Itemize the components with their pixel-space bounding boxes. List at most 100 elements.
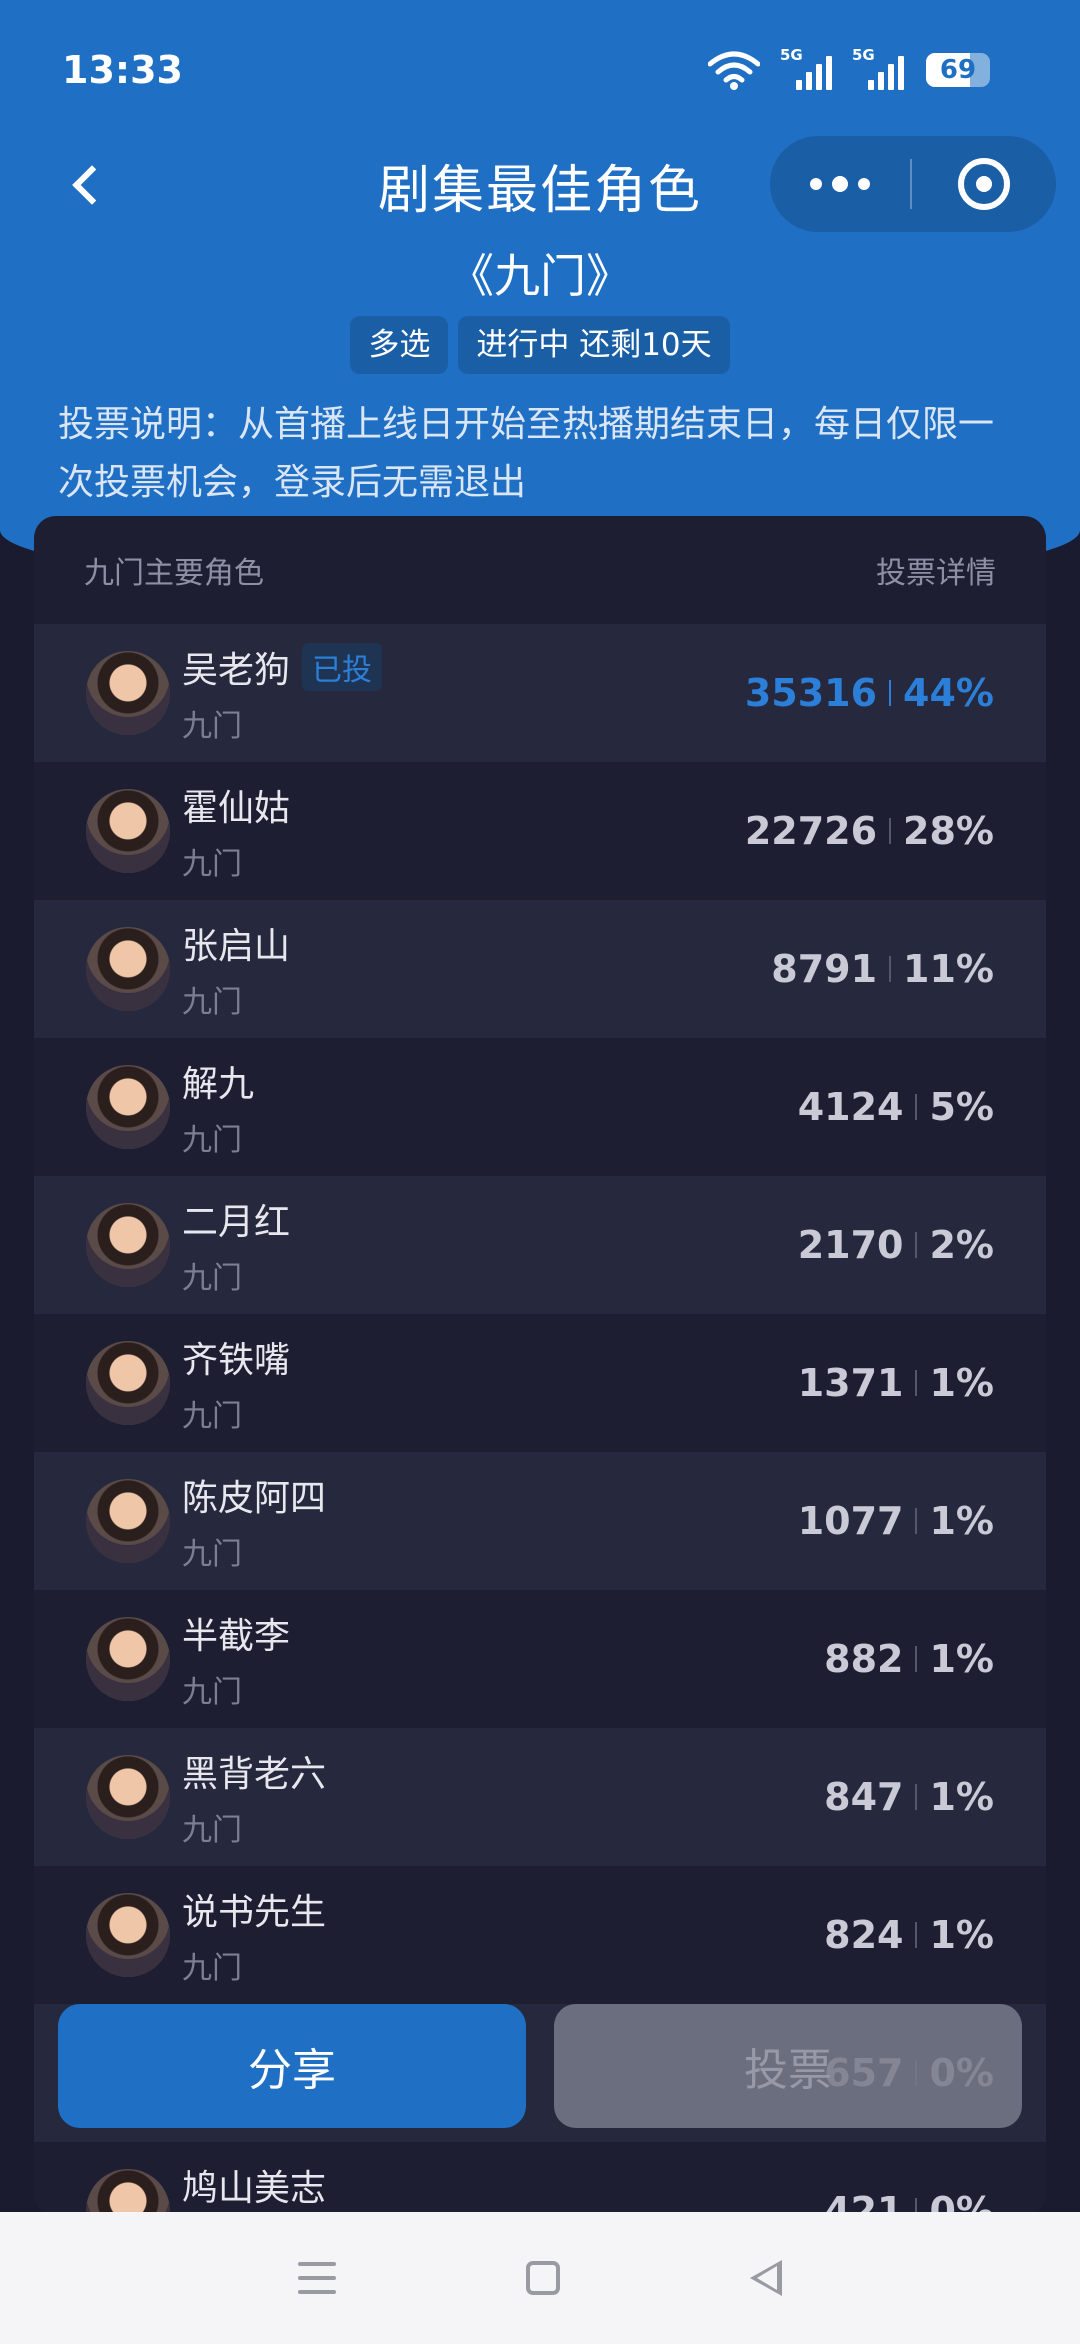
candidate-name: 陈皮阿四	[182, 1478, 327, 1519]
stat-divider	[889, 680, 892, 706]
vote-count: 1371	[797, 1361, 904, 1405]
candidate-show: 九门	[182, 1813, 242, 1848]
avatar	[86, 789, 170, 873]
vote-stat: 4124 5%	[798, 1085, 994, 1129]
stat-divider	[915, 1370, 918, 1396]
candidate-name: 半截李	[182, 1616, 291, 1657]
wifi-icon	[708, 51, 760, 90]
vote-count: 2170	[797, 1223, 904, 1267]
vote-count: 847	[824, 1775, 904, 1819]
tag-row: 多选 进行中 还剩10天	[0, 316, 1080, 374]
tag-status: 进行中 还剩10天	[458, 316, 730, 374]
battery-level: 69	[939, 55, 977, 85]
candidate-info: 解九 九门	[182, 1055, 798, 1159]
candidate-row[interactable]: 鸠山美志九门4210%	[34, 2142, 1046, 2216]
vote-stat: 8791 11%	[771, 947, 994, 991]
menu-icon[interactable]	[298, 2262, 336, 2294]
list-header-right[interactable]: 投票详情	[876, 548, 996, 592]
candidate-show: 九门	[182, 847, 242, 882]
candidate-name: 二月红	[182, 1202, 291, 1243]
candidate-info: 二月红 九门	[182, 1193, 798, 1297]
candidate-show: 九门	[182, 985, 242, 1020]
candidate-name: 解九	[182, 1064, 255, 1105]
vote-stat: 1371 1%	[798, 1361, 994, 1405]
vote-button[interactable]: 投票	[554, 2004, 1022, 2128]
avatar	[86, 2169, 170, 2216]
tag-mode: 多选	[350, 316, 449, 374]
candidate-row[interactable]: 霍仙姑 九门 22726 28%	[34, 762, 1046, 900]
home-icon[interactable]	[526, 2261, 560, 2295]
candidate-row[interactable]: 半截李 九门 882 1%	[34, 1590, 1046, 1728]
vote-count: 882	[824, 1637, 904, 1681]
battery-icon: 69	[926, 53, 990, 87]
candidate-show: 九门	[182, 1123, 242, 1158]
vote-stat: 22726 28%	[745, 809, 994, 853]
avatar	[86, 1479, 170, 1563]
share-button[interactable]: 分享	[58, 2004, 526, 2128]
candidate-row[interactable]: 二月红 九门 2170 2%	[34, 1176, 1046, 1314]
candidate-info: 霍仙姑 九门	[182, 779, 745, 883]
vote-percent: 2%	[929, 1223, 994, 1267]
candidate-info: 说书先生 九门	[182, 1883, 824, 1987]
candidate-info: 鸠山美志九门	[182, 2159, 824, 2216]
show-title: 《九门》	[448, 249, 632, 303]
candidate-info: 吴老狗 已投九门	[182, 641, 745, 745]
candidate-list: 吴老狗 已投 九门 35316 44% 霍仙姑 九门 22726 28% 张启山 九门 8791 11%…	[34, 624, 1046, 2216]
status-time: 13:33	[62, 48, 183, 92]
candidate-name: 鸠山美志	[182, 2168, 327, 2209]
stat-divider	[915, 1784, 918, 1810]
candidate-row[interactable]: 陈皮阿四 九门 1077 1%	[34, 1452, 1046, 1590]
candidate-row[interactable]: 解九 九门 4124 5%	[34, 1038, 1046, 1176]
avatar	[86, 1893, 170, 1977]
list-header-left: 九门主要角色	[84, 556, 264, 591]
vote-count: 22726	[744, 809, 878, 853]
vote-percent: 1%	[929, 1637, 994, 1681]
vote-percent: 11%	[903, 947, 994, 991]
candidate-info: 陈皮阿四 九门	[182, 1469, 798, 1573]
vote-percent: 5%	[929, 1085, 994, 1129]
back-triangle-icon[interactable]	[750, 2260, 782, 2296]
status-bar: 13:33 5G 5G 69	[0, 0, 1080, 140]
voted-badge: 已投	[302, 643, 383, 691]
avatar	[86, 1203, 170, 1287]
vote-stat: 35316 44%	[745, 671, 994, 715]
vote-stat: 1077 1%	[798, 1499, 994, 1543]
vote-stat: 824 1%	[824, 1913, 994, 1957]
stat-divider	[889, 818, 892, 844]
avatar	[86, 1065, 170, 1149]
stat-divider	[915, 1232, 918, 1258]
candidate-name: 吴老狗	[182, 650, 291, 691]
candidate-name: 齐铁嘴	[182, 1340, 291, 1381]
vote-percent: 44%	[903, 671, 994, 715]
candidate-name: 霍仙姑	[182, 788, 291, 829]
avatar	[86, 1617, 170, 1701]
candidate-show: 九门	[182, 1537, 242, 1572]
stat-divider	[915, 1508, 918, 1534]
stat-divider	[915, 1922, 918, 1948]
mini-program-capsule	[770, 136, 1056, 232]
target-close-icon[interactable]	[912, 158, 1056, 210]
vote-description: 投票说明：从首播上线日开始至热播期结束日，每日仅限一次投票机会，登录后无需退出	[58, 404, 995, 503]
candidate-show: 九门	[182, 1399, 242, 1434]
candidate-show: 九门	[182, 709, 242, 744]
candidate-row[interactable]: 张启山 九门 8791 11%	[34, 900, 1046, 1038]
candidate-name: 说书先生	[182, 1892, 327, 1933]
vote-percent: 1%	[929, 1499, 994, 1543]
vote-count: 35316	[744, 671, 878, 715]
candidate-name: 黑背老六	[182, 1754, 327, 1795]
vote-percent: 1%	[929, 1913, 994, 1957]
vote-percent: 1%	[929, 1775, 994, 1819]
candidate-row[interactable]: 吴老狗 已投 九门 35316 44%	[34, 624, 1046, 762]
system-nav-bar	[0, 2212, 1080, 2344]
avatar	[86, 1341, 170, 1425]
candidate-info: 半截李 九门	[182, 1607, 824, 1711]
candidate-row[interactable]: 齐铁嘴九门 1371 1%	[34, 1314, 1046, 1452]
list-header: 九门主要角色 投票详情	[34, 516, 1046, 624]
candidate-row[interactable]: 说书先生 九门 824 1%	[34, 1866, 1046, 2004]
candidate-show: 九门	[182, 1951, 242, 1986]
candidate-row[interactable]: 黑背老六九门 847 1%	[34, 1728, 1046, 1866]
more-dots-icon[interactable]	[770, 136, 910, 232]
vote-percent: 1%	[929, 1361, 994, 1405]
signal-icon-2: 5G	[852, 46, 904, 90]
vote-count: 1077	[797, 1499, 904, 1543]
